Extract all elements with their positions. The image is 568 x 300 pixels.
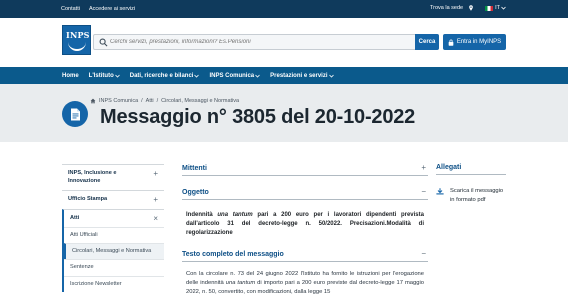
page-title: Messaggio n° 3805 del 20-10-2022: [100, 106, 416, 128]
chevron-down-icon: [501, 6, 506, 10]
oggetto-text-italic: una tantum: [217, 212, 253, 218]
section-title: Testo completo del messaggio: [182, 251, 284, 258]
find-office-label: Trova la sede: [429, 5, 464, 11]
expand-icon[interactable]: +: [153, 170, 158, 178]
lock-icon: [448, 39, 454, 46]
sidebar-subitem-atti-ufficiali[interactable]: Atti Ufficiali: [64, 227, 164, 243]
sidebar-subitem-newsletter[interactable]: Iscrizione Newsletter: [64, 275, 164, 292]
attachments-panel: Allegati Scarica il messaggio in formato…: [436, 164, 506, 205]
collapse-icon[interactable]: −: [421, 250, 426, 258]
nav-item-label: INPS Comunica: [209, 72, 255, 79]
main-content: Mittenti + Oggetto − Indennità una tantu…: [182, 164, 428, 297]
sidebar-item-label: Atti: [70, 214, 80, 221]
logo-text: INPS: [66, 30, 90, 40]
login-button-label: Entra in MyINPS: [456, 39, 502, 45]
find-office-link[interactable]: Trova la sede: [430, 5, 463, 11]
utility-right: Trova la sede IT: [430, 5, 506, 11]
nav-item-dati[interactable]: Dati, ricerche e bilanci: [130, 73, 200, 79]
nav-item-home[interactable]: Home: [62, 73, 79, 79]
home-icon[interactable]: [90, 98, 96, 104]
search-input[interactable]: [110, 36, 410, 48]
chevron-down-icon: [328, 74, 334, 78]
inps-logo[interactable]: INPS: [62, 25, 91, 55]
sidebar-nav: INPS, Inclusione e Innovazione + Ufficio…: [62, 164, 164, 292]
document-badge: [62, 101, 88, 127]
section-mittenti[interactable]: Mittenti +: [182, 164, 428, 176]
main-nav: Home L'Istituto Dati, ricerche e bilanci…: [0, 67, 568, 84]
section-title: Oggetto: [182, 189, 209, 196]
breadcrumb-atti[interactable]: Atti: [146, 98, 154, 104]
document-icon: [70, 108, 80, 120]
expand-icon[interactable]: +: [153, 196, 158, 204]
italy-flag-icon: [485, 5, 494, 11]
download-pdf-link[interactable]: Scarica il messaggio in formato pdf: [436, 187, 506, 205]
chevron-down-icon: [114, 74, 120, 78]
utility-links: Contatti Accedere ai servizi: [61, 6, 135, 12]
attachments-title: Allegati: [436, 164, 506, 175]
section-title: Mittenti: [182, 165, 207, 172]
oggetto-text: Indennità una tantum pari a 200 euro per…: [182, 206, 428, 244]
logo-arc: [68, 41, 86, 51]
nav-item-istituto[interactable]: L'Istituto: [89, 73, 120, 79]
section-oggetto[interactable]: Oggetto −: [182, 188, 428, 200]
message-body-text: Con la circolare n. 73 del 24 giugno 202…: [182, 268, 428, 297]
nav-item-label: Home: [62, 72, 79, 79]
login-button[interactable]: Entra in MyINPS: [443, 34, 506, 50]
sidebar-subitem-circolari[interactable]: Circolari, Messaggi e Normativa: [64, 243, 164, 260]
nav-items: Home L'Istituto Dati, ricerche e bilanci…: [62, 67, 334, 84]
utility-bar: Contatti Accedere ai servizi Trova la se…: [0, 0, 568, 18]
sidebar-item-inclusione[interactable]: INPS, Inclusione e Innovazione +: [62, 164, 164, 190]
sidebar-item-atti[interactable]: Atti ×: [62, 208, 164, 227]
chevron-down-icon: [194, 74, 200, 78]
breadcrumb: INPS Comunica / Atti / Circolari, Messag…: [90, 98, 239, 104]
location-pin-icon: [469, 5, 473, 11]
nav-item-label: Dati, ricerche e bilanci: [129, 72, 194, 79]
expand-icon[interactable]: +: [421, 164, 426, 172]
sidebar-item-label: INPS, Inclusione e Innovazione: [68, 170, 117, 184]
nav-item-label: Prestazioni e servizi: [270, 72, 328, 79]
search-icon: [99, 38, 108, 47]
chevron-down-icon: [255, 74, 260, 78]
download-pdf-label: Scarica il messaggio in formato pdf: [450, 188, 504, 203]
breadcrumb-comunica[interactable]: INPS Comunica: [99, 98, 138, 104]
accedere-servizi-link[interactable]: Accedere ai servizi: [89, 6, 135, 12]
search-button[interactable]: Cerca: [415, 34, 439, 50]
collapse-icon[interactable]: −: [421, 188, 426, 196]
breadcrumb-separator: /: [141, 98, 143, 104]
oggetto-text-a: Indennità: [186, 212, 218, 218]
breadcrumb-circolari[interactable]: Circolari, Messaggi e Normativa: [161, 98, 239, 104]
sidebar-item-label: Ufficio Stampa: [68, 196, 108, 202]
body-text-italic: una tantum: [225, 280, 256, 286]
breadcrumb-separator: /: [156, 98, 159, 104]
sidebar-submenu-atti: Atti Ufficiali Circolari, Messaggi e Nor…: [62, 227, 164, 292]
sidebar-item-ufficio-stampa[interactable]: Ufficio Stampa +: [62, 190, 164, 209]
section-testo-completo[interactable]: Testo completo del messaggio −: [182, 250, 428, 262]
search-bar: Cerca: [93, 34, 439, 50]
language-selector[interactable]: IT: [485, 5, 506, 11]
nav-item-prestazioni[interactable]: Prestazioni e servizi: [270, 72, 334, 79]
nav-item-comunica[interactable]: INPS Comunica: [209, 73, 260, 79]
nav-item-label: L'Istituto: [88, 72, 114, 79]
download-icon: [436, 188, 444, 195]
language-label: IT: [495, 5, 500, 11]
sidebar-subitem-sentenze[interactable]: Sentenze: [64, 259, 164, 275]
site-header: INPS Cerca Entra in MyINPS: [0, 18, 568, 67]
contatti-link[interactable]: Contatti: [61, 6, 80, 12]
collapse-icon[interactable]: ×: [153, 214, 158, 222]
